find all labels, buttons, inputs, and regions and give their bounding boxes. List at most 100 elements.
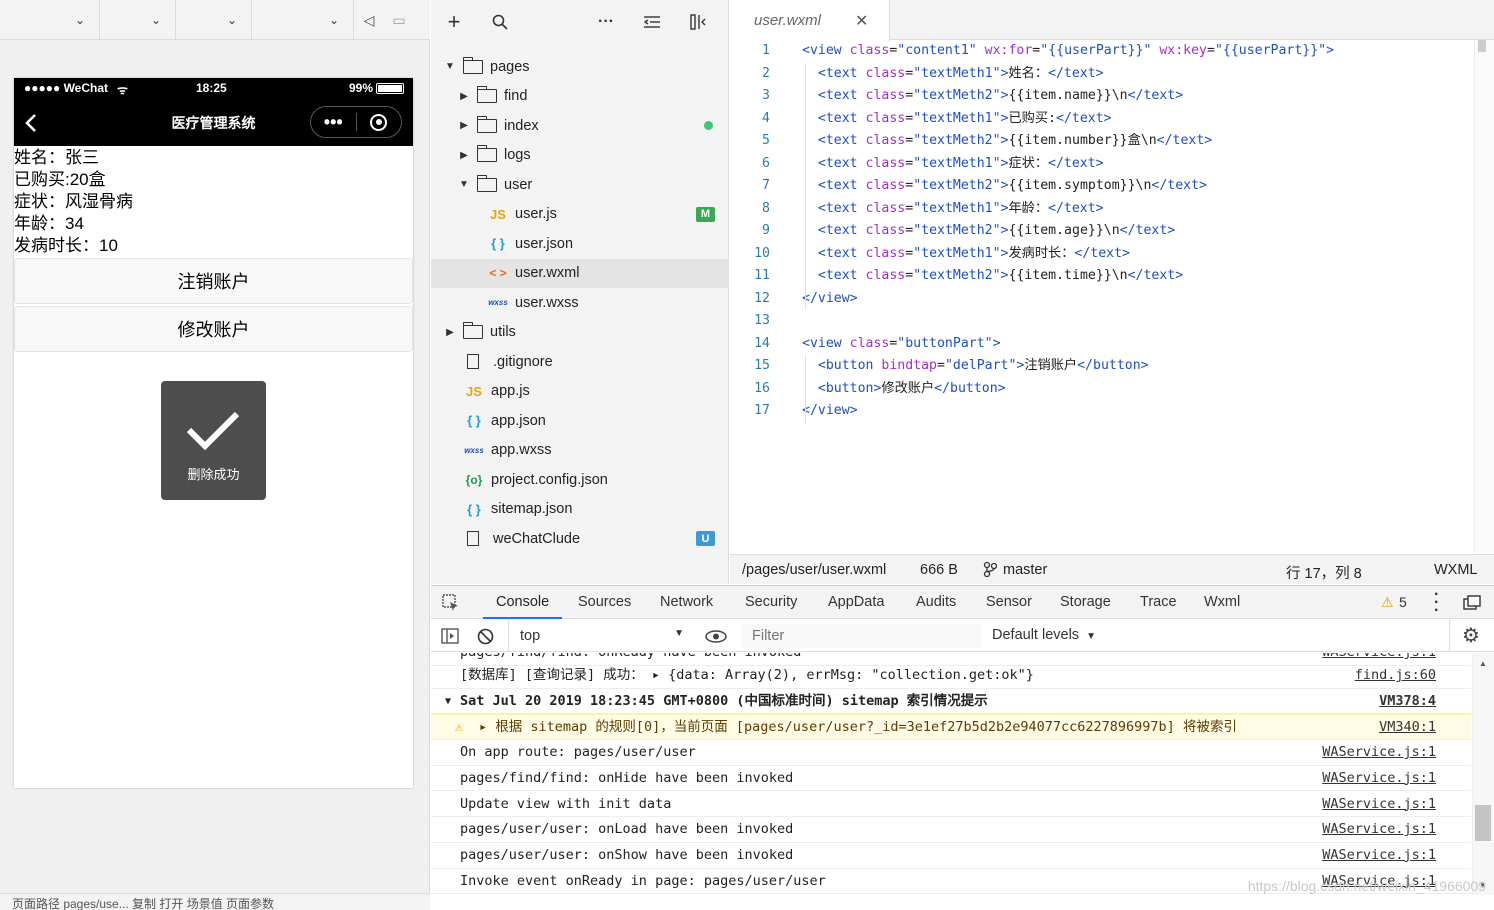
source-link[interactable]: WAService.js:1 bbox=[1322, 766, 1436, 792]
console-filter-input[interactable] bbox=[742, 624, 982, 648]
gear-icon[interactable]: ⚙ bbox=[1462, 623, 1480, 648]
chevron-right-icon[interactable]: ▶ bbox=[457, 120, 471, 131]
collapse-icon[interactable] bbox=[629, 0, 675, 44]
tree-item-utils[interactable]: ▶ utils bbox=[431, 318, 729, 347]
add-icon[interactable]: + bbox=[431, 0, 477, 44]
close-miniprogram-icon[interactable] bbox=[356, 113, 401, 131]
tree-item-pages[interactable]: ▼ pages bbox=[431, 52, 729, 81]
tree-item-gitignore[interactable]: .gitignore bbox=[431, 347, 729, 376]
network-dropdown[interactable]: ⌄ bbox=[176, 0, 252, 40]
chevron-down-icon[interactable]: ▼ bbox=[457, 179, 471, 190]
context-value: top bbox=[520, 628, 541, 644]
cfg-file-icon: {o} bbox=[465, 472, 483, 487]
warning-count[interactable]: 5 bbox=[1399, 594, 1407, 610]
tree-item-user-json[interactable]: { } user.json bbox=[431, 229, 729, 258]
editor-scrollbar[interactable] bbox=[1474, 40, 1494, 553]
phone-nav-bar: 医疗管理系统 ••• bbox=[14, 98, 413, 146]
code-editor: user.wxml ✕ 1 <view class="content1" wx:f… bbox=[730, 0, 1494, 584]
code-line: 5 <text class="textMeth2">{{item.number}… bbox=[730, 130, 1472, 153]
more-dots-icon[interactable]: ••• bbox=[311, 112, 356, 132]
volume-icon[interactable]: ◁ bbox=[354, 0, 384, 40]
tree-item-sitemap-json[interactable]: { } sitemap.json bbox=[431, 495, 729, 524]
chevron-right-icon[interactable]: ▶ bbox=[457, 91, 471, 102]
eye-icon[interactable] bbox=[705, 630, 727, 643]
modify-account-button[interactable]: 修改账户 bbox=[14, 306, 413, 352]
status-branch[interactable]: master bbox=[1003, 562, 1047, 578]
line-number: 3 bbox=[762, 88, 770, 103]
chevron-down-icon[interactable]: ▼ bbox=[445, 689, 451, 715]
chevron-down-icon[interactable]: ▼ bbox=[443, 61, 457, 72]
menu-kebab-icon[interactable]: · · · bbox=[1434, 587, 1439, 619]
status-size: 666 B bbox=[920, 562, 958, 578]
code-area[interactable]: 1 <view class="content1" wx:for="{{userPa… bbox=[730, 40, 1472, 553]
search-icon[interactable] bbox=[477, 0, 523, 44]
chevron-down-icon: ⌄ bbox=[150, 13, 161, 27]
tree-item-label: user.wxss bbox=[515, 294, 579, 311]
tree-item-label: index bbox=[504, 117, 539, 134]
source-link[interactable]: WAService.js:1 bbox=[1322, 792, 1436, 818]
console-message: Sat Jul 20 2019 18:23:45 GMT+0800 (中国标准时… bbox=[460, 692, 988, 709]
tree-item-app-wxss[interactable]: wxss app.wxss bbox=[431, 436, 729, 465]
console-scrollbar[interactable]: ▲ ▼ bbox=[1472, 653, 1494, 895]
source-link[interactable]: WAService.js:1 bbox=[1322, 843, 1436, 869]
code-line: 1 <view class="content1" wx:for="{{userPa… bbox=[730, 40, 1472, 63]
undock-icon[interactable] bbox=[1463, 595, 1481, 611]
tree-item-index[interactable]: ▶ index bbox=[431, 111, 729, 140]
tree-item-label: user.wxml bbox=[515, 265, 580, 281]
tree-item-user-wxml[interactable]: < > user.wxml bbox=[431, 258, 729, 288]
tab-audits[interactable]: Audits bbox=[916, 586, 956, 619]
tree-item-user-wxss[interactable]: wxss user.wxss bbox=[431, 288, 729, 317]
tree-item-user-js[interactable]: JS user.js M bbox=[431, 200, 729, 229]
console-output[interactable]: pages/find/find: onReady have been invok… bbox=[431, 653, 1471, 895]
tab-appdata[interactable]: AppData bbox=[828, 586, 884, 619]
line-number: 5 bbox=[762, 133, 770, 148]
split-pane-icon[interactable] bbox=[675, 0, 721, 44]
inspect-element-icon[interactable] bbox=[442, 594, 460, 612]
clear-console-icon[interactable] bbox=[477, 628, 494, 645]
tree-item-wechatclude[interactable]: weChatClude U bbox=[431, 524, 729, 553]
tree-item-find[interactable]: ▶ find bbox=[431, 82, 729, 111]
tab-user-wxml[interactable]: user.wxml ✕ bbox=[730, 0, 890, 41]
context-select[interactable]: top ▼ bbox=[519, 625, 684, 647]
detach-window-icon[interactable]: ▭ bbox=[384, 0, 414, 40]
tab-console[interactable]: Console bbox=[483, 586, 563, 619]
tree-item-project-config-json[interactable]: {o} project.config.json bbox=[431, 465, 729, 494]
sidebar-toggle-icon[interactable] bbox=[441, 628, 459, 644]
tab-trace[interactable]: Trace bbox=[1140, 586, 1177, 619]
tab-network[interactable]: Network bbox=[660, 586, 713, 619]
device-dropdown[interactable]: ⌄ bbox=[0, 0, 100, 40]
source-link[interactable]: VM340:1 bbox=[1379, 715, 1436, 741]
source-link[interactable]: find.js:60 bbox=[1355, 663, 1436, 689]
close-icon[interactable]: ✕ bbox=[855, 11, 868, 31]
zoom-dropdown[interactable]: ⌄ bbox=[100, 0, 176, 40]
source-link[interactable]: WAService.js:1 bbox=[1322, 817, 1436, 843]
status-cursor[interactable]: 行 17，列 8 bbox=[1286, 562, 1362, 583]
console-group-row[interactable]: ▼ Sat Jul 20 2019 18:23:45 GMT+0800 (中国标准… bbox=[431, 689, 1471, 715]
console-message: pages/user/user: onLoad have been invoke… bbox=[460, 821, 794, 838]
source-link[interactable]: VM378:4 bbox=[1379, 689, 1436, 715]
tab-wxml[interactable]: Wxml bbox=[1204, 586, 1240, 619]
status-language[interactable]: WXML bbox=[1434, 562, 1478, 578]
source-link[interactable]: WAService.js:1 bbox=[1322, 740, 1436, 766]
chevron-right-icon[interactable]: ▶ bbox=[443, 327, 457, 338]
warning-icon[interactable]: ⚠ bbox=[1381, 594, 1394, 611]
tree-item-user[interactable]: ▼ user bbox=[431, 170, 729, 199]
line-number: 11 bbox=[754, 268, 770, 283]
tree-item-app-json[interactable]: { } app.json bbox=[431, 406, 729, 435]
tab-sensor[interactable]: Sensor bbox=[986, 586, 1032, 619]
battery-icon bbox=[376, 83, 404, 94]
cancel-account-button[interactable]: 注销账户 bbox=[14, 258, 413, 304]
mode-dropdown[interactable]: ⌄ bbox=[252, 0, 354, 40]
tree-item-logs[interactable]: ▶ logs bbox=[431, 141, 729, 170]
more-icon[interactable]: ··· bbox=[583, 0, 629, 44]
tree-item-app-js[interactable]: JS app.js bbox=[431, 377, 729, 406]
tab-security[interactable]: Security bbox=[745, 586, 797, 619]
chevron-right-icon[interactable]: ▶ bbox=[457, 150, 471, 161]
tab-storage[interactable]: Storage bbox=[1060, 586, 1111, 619]
line-number: 7 bbox=[762, 178, 770, 193]
console-warning-row[interactable]: ⚠ ▸ 根据 sitemap 的规则[0]，当前页面 [pages/user/us… bbox=[431, 714, 1471, 741]
code-line: 10 <text class="textMeth1">发病时长：</text> bbox=[730, 243, 1472, 266]
log-levels-dropdown[interactable]: Default levels ▼ bbox=[992, 627, 1096, 643]
tab-sources[interactable]: Sources bbox=[578, 586, 631, 619]
dropdown-arrow-icon: ▼ bbox=[1086, 631, 1096, 642]
